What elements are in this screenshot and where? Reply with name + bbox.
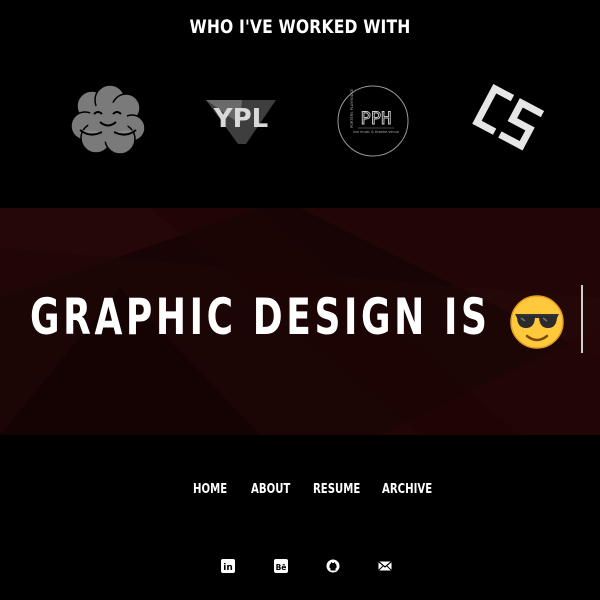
hug-brain-logo [70,84,146,155]
linkedin-icon[interactable]: in [221,559,235,573]
svg-text:in: in [223,563,233,573]
nav-about[interactable]: ABOUT [251,482,290,497]
svg-text:YPL: YPL [213,104,268,134]
svg-text:Bē: Bē [276,563,287,572]
behance-icon[interactable]: Bē [274,559,288,573]
pph-logo: PPH live music & theatre venue PORTERS P… [337,85,409,157]
footer-nav: HOME ABOUT RESUME ARCHIVE [0,482,600,502]
hero-headline: GRAPHIC DESIGN IS [30,288,491,346]
cs-logo [472,84,545,151]
nav-archive[interactable]: ARCHIVE [382,482,432,497]
github-icon[interactable] [326,559,340,573]
sunglasses-emoji-icon [510,295,564,349]
mail-icon[interactable] [378,559,392,573]
svg-text:PORTERS PLAYHOUSE: PORTERS PLAYHOUSE [350,88,354,128]
nav-home[interactable]: HOME [193,482,227,497]
nav-resume[interactable]: RESUME [313,482,360,497]
svg-text:live music & theatre venue: live music & theatre venue [353,130,399,134]
ypl-logo: YPL [206,100,276,144]
svg-text:PPH: PPH [361,109,392,129]
clients-heading: WHO I'VE WORKED WITH [189,16,411,38]
text-cursor [581,285,583,353]
